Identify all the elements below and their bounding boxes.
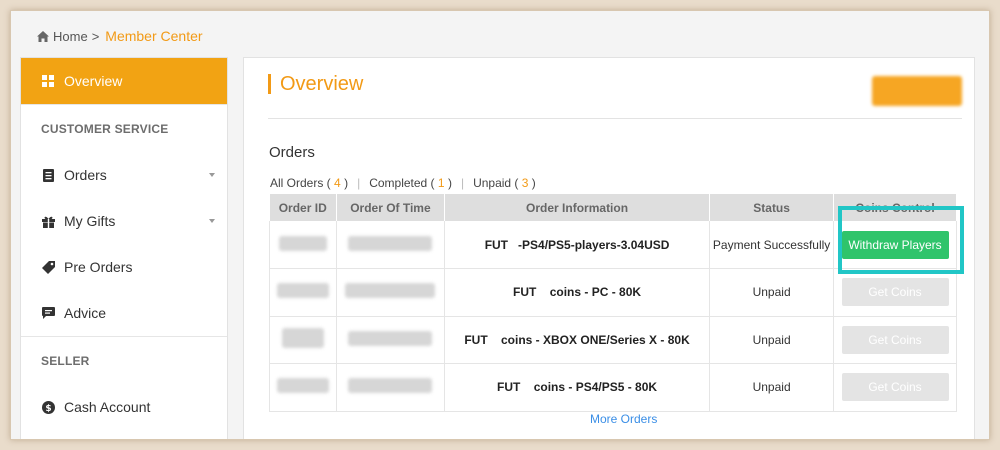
sidebar-item-label: Pre Orders — [64, 259, 133, 275]
redacted-order-id — [281, 328, 324, 349]
order-info-cell: FUT coins - PC - 80K — [444, 268, 711, 317]
action-cell: Withdraw Players — [833, 221, 957, 269]
status-cell: Unpaid — [709, 363, 835, 412]
table-header-row: Order ID Order Of Time Order Information… — [269, 194, 957, 221]
sidebar-item-advice[interactable]: Advice — [21, 290, 227, 336]
table-row: FUT coins - PS4/PS5 - 80K Unpaid Get Coi… — [269, 363, 957, 412]
action-cell: Get Coins — [833, 268, 957, 317]
sidebar-section-customer-service: CUSTOMER SERVICE — [21, 104, 227, 152]
order-filters: All Orders ( 4 ) | Completed ( 1 ) | Unp… — [270, 176, 536, 190]
divider — [268, 118, 962, 119]
redacted-order-time — [345, 283, 436, 299]
filter-separator: | — [357, 176, 361, 190]
filter-paren: ) — [344, 176, 349, 190]
sidebar-item-cash-account[interactable]: $ Cash Account — [21, 384, 227, 430]
column-header: Order Information — [444, 194, 711, 221]
order-time-cell — [336, 268, 445, 317]
home-icon — [37, 30, 49, 42]
redacted-order-time — [348, 235, 433, 251]
order-time-cell — [336, 363, 445, 412]
dollar-icon: $ — [41, 400, 55, 414]
column-header: Order ID — [269, 194, 337, 221]
redacted-button[interactable] — [872, 76, 962, 106]
sidebar-item-pre-orders[interactable]: Pre Orders — [21, 244, 227, 290]
more-orders-link[interactable]: More Orders — [590, 412, 657, 426]
sidebar-item-label: Cash Account — [64, 399, 151, 415]
filter-count: 4 — [334, 176, 341, 190]
page-title: Overview — [268, 74, 363, 94]
filter-paren: ) — [447, 176, 452, 190]
chevron-down-icon — [209, 219, 215, 223]
order-info-cell: FUT coins - XBOX ONE/Series X - 80K — [444, 316, 711, 364]
sidebar-item-my-gifts[interactable]: My Gifts — [21, 198, 227, 244]
action-cell: Get Coins — [833, 316, 957, 364]
get-coins-button[interactable]: Get Coins — [841, 278, 949, 307]
sidebar-item-orders[interactable]: Orders — [21, 152, 227, 198]
chevron-down-icon — [209, 173, 215, 177]
filter-count: 3 — [521, 176, 529, 190]
redacted-order-id — [276, 283, 329, 299]
status-cell: Unpaid — [709, 316, 835, 364]
gift-icon — [41, 215, 55, 228]
orders-heading: Orders — [269, 144, 315, 161]
filter-paren: ) — [531, 176, 536, 190]
action-cell: Get Coins — [833, 363, 957, 412]
table-row: FUT coins - XBOX ONE/Series X - 80K Unpa… — [269, 316, 957, 364]
order-info-cell: FUT coins - PS4/PS5 - 80K — [444, 363, 711, 412]
breadcrumb-home-link[interactable]: Home — [53, 29, 88, 44]
filter-all-orders[interactable]: All Orders ( 4 ) — [270, 176, 348, 190]
order-info-cell: FUT -PS4/PS5-players-3.04USD — [444, 221, 711, 269]
get-coins-button[interactable]: Get Coins — [841, 373, 949, 402]
sidebar-item-label: Advice — [64, 305, 107, 321]
order-time-cell — [336, 316, 445, 364]
redacted-order-id — [276, 378, 329, 394]
status-cell: Payment Successfully — [709, 221, 835, 269]
sidebar-item-label: My Gifts — [64, 213, 116, 229]
order-id-cell — [269, 221, 337, 269]
column-header: Coins Control — [833, 194, 957, 221]
filter-count: 1 — [437, 176, 445, 190]
column-header: Status — [709, 194, 835, 221]
sidebar: Overview CUSTOMER SERVICE Orders My Gift… — [20, 57, 228, 439]
filter-label: Unpaid ( — [473, 176, 519, 190]
table-row: FUT coins - PC - 80K Unpaid Get Coins — [269, 268, 957, 317]
sidebar-item-overview[interactable]: Overview — [21, 58, 227, 104]
breadcrumb-current: Member Center — [105, 28, 203, 44]
sidebar-item-label: Overview — [64, 73, 123, 89]
column-header: Order Of Time — [336, 194, 445, 221]
redacted-order-id — [278, 235, 327, 251]
order-id-cell — [269, 268, 337, 317]
filter-unpaid[interactable]: Unpaid ( 3 ) — [473, 176, 536, 190]
message-icon — [41, 307, 55, 319]
orders-table: Order ID Order Of Time Order Information… — [269, 194, 957, 412]
sidebar-item-label: Orders — [64, 167, 107, 183]
order-time-cell — [336, 221, 445, 269]
page-frame: Home > Member Center Overview CUSTOMER S… — [10, 10, 990, 440]
get-coins-button[interactable]: Get Coins — [841, 325, 949, 354]
clipboard-icon — [41, 168, 55, 182]
order-id-cell — [269, 316, 337, 364]
table-row: FUT -PS4/PS5-players-3.04USD Payment Suc… — [269, 221, 957, 269]
withdraw-players-button[interactable]: Withdraw Players — [841, 230, 949, 259]
tag-icon — [41, 260, 55, 274]
sidebar-section-seller: SELLER — [21, 336, 227, 384]
svg-text:$: $ — [45, 404, 51, 414]
filter-label: All Orders ( — [270, 176, 331, 190]
redacted-order-time — [348, 378, 433, 394]
order-id-cell — [269, 363, 337, 412]
main-panel: Overview Orders All Orders ( 4 ) | Compl… — [243, 57, 975, 439]
breadcrumb: Home > Member Center — [37, 28, 203, 44]
status-cell: Unpaid — [709, 268, 835, 317]
filter-label: Completed ( — [369, 176, 435, 190]
filter-separator: | — [460, 176, 465, 190]
grid-icon — [41, 75, 55, 87]
filter-completed[interactable]: Completed ( 1 ) — [369, 176, 452, 190]
breadcrumb-separator: > — [91, 28, 100, 44]
redacted-order-time — [348, 330, 433, 346]
